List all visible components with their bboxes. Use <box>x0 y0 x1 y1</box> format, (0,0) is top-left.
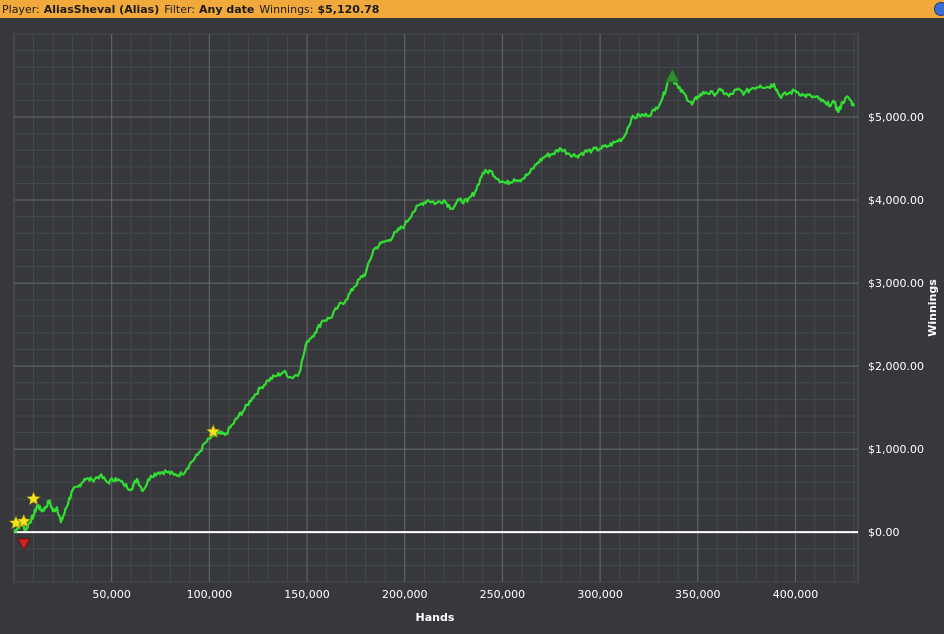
marker-layer <box>8 68 681 551</box>
x-tick-label: 100,000 <box>187 588 233 601</box>
y-tick-label: $1,000.00 <box>868 443 924 456</box>
plot-border <box>13 33 859 583</box>
filter-label: Filter: <box>164 2 196 16</box>
series-layer <box>13 76 856 533</box>
x-tick-label: 50,000 <box>92 588 131 601</box>
y-axis-ticks: $0.00 $1,000.00 $2,000.00 $3,000.00 $4,000.0… <box>868 111 924 539</box>
winnings-value: $5,120.78 <box>317 2 380 16</box>
x-axis-ticks: 50,000 100,000 150,000 200,000 250,000 300,00… <box>92 588 818 601</box>
window-corner-icon[interactable] <box>934 2 944 16</box>
x-tick-label: 200,000 <box>382 588 428 601</box>
y-tick-label: $4,000.00 <box>868 194 924 207</box>
x-tick-label: 400,000 <box>773 588 819 601</box>
x-tick-label: 250,000 <box>480 588 526 601</box>
x-tick-label: 300,000 <box>577 588 623 601</box>
winnings-label: Winnings: <box>259 2 314 16</box>
y-tick-label: $0.00 <box>868 526 900 539</box>
min-marker <box>17 538 31 551</box>
y-tick-label: $3,000.00 <box>868 277 924 290</box>
y-tick-label: $5,000.00 <box>868 111 924 124</box>
filter-value: Any date <box>199 2 255 16</box>
chart-header: Player: AliasSheval (Alias) Filter: Any … <box>0 0 944 18</box>
grid <box>13 33 859 583</box>
y-axis-title: Winnings <box>926 279 939 337</box>
y-tick-label: $2,000.00 <box>868 360 924 373</box>
max-marker <box>664 68 681 83</box>
x-tick-label: 150,000 <box>284 588 330 601</box>
winnings-chart: 50,000 100,000 150,000 200,000 250,000 300,00… <box>8 33 939 624</box>
player-value: AliasSheval (Alias) <box>43 2 160 16</box>
winnings-line <box>13 76 856 533</box>
x-tick-label: 350,000 <box>675 588 721 601</box>
x-axis-title: Hands <box>416 611 455 624</box>
player-label: Player: <box>2 2 40 16</box>
